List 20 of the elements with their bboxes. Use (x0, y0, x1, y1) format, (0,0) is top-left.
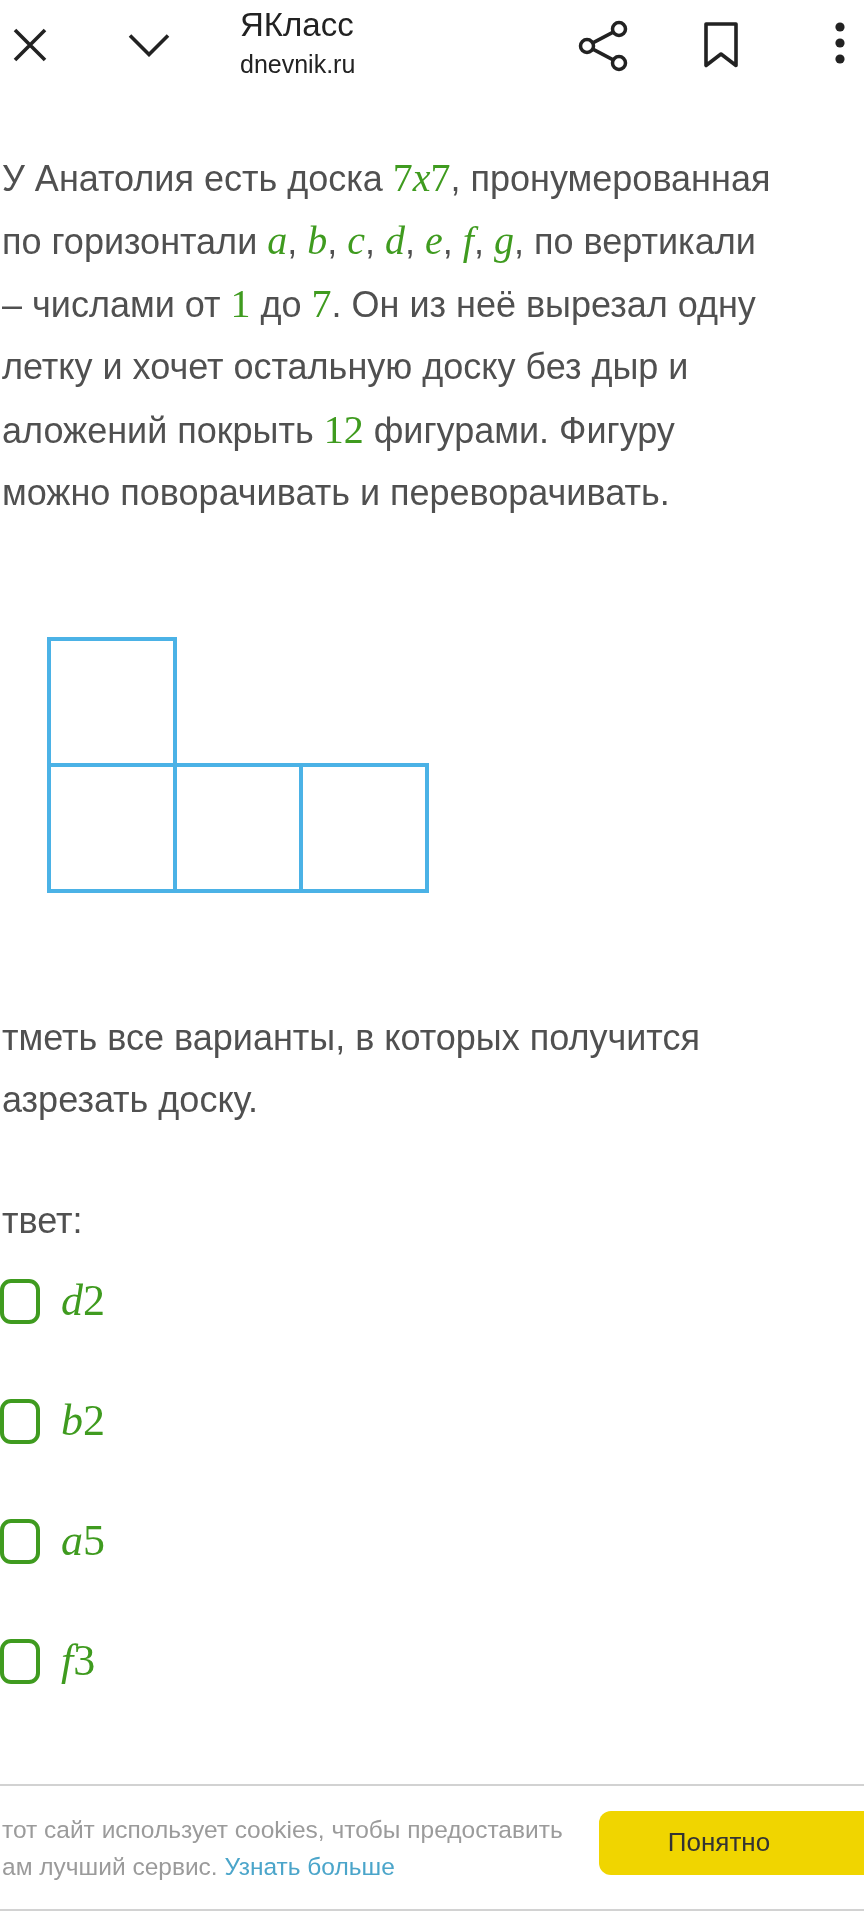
more-menu-icon[interactable] (835, 22, 845, 64)
option-label: b2 (61, 1396, 105, 1446)
checkbox[interactable] (0, 1638, 40, 1684)
checkbox[interactable] (0, 1518, 40, 1564)
cookie-notice-text: тот сайт использует cookies, чтобы предоставить ам лучший сервис. Узнать больше (1, 1814, 563, 1882)
site-url: dnevnik.ru (240, 49, 356, 80)
checkbox[interactable] (0, 1398, 40, 1444)
answer-label: твет: (1, 1199, 84, 1243)
problem-text: У Анатолия есть доска 7x7, пронумерованная по горизонтали a, b, c, d, e, f, g, по вертикали – числами от 1 до 7. Он из неё вырезал одну летку и хочет остальную доску без дыр и аложений покрыть 12 фигурами. Фигуру можно поворачивать и переворачивать. (1, 154, 772, 515)
option-label: f3 (61, 1636, 96, 1686)
bookmark-icon[interactable] (704, 22, 738, 68)
close-icon[interactable] (13, 28, 47, 62)
site-title: ЯКласс (240, 5, 355, 45)
chevron-down-icon[interactable] (128, 33, 170, 57)
checkbox[interactable] (0, 1278, 40, 1324)
accept-button[interactable]: Понятно (599, 1810, 864, 1875)
share-icon[interactable] (578, 20, 628, 72)
instruction-text: тметь все варианты, в которых получится азрезать доску. (1, 1016, 701, 1122)
option-label: d2 (61, 1276, 105, 1326)
option-label: a5 (61, 1516, 105, 1566)
